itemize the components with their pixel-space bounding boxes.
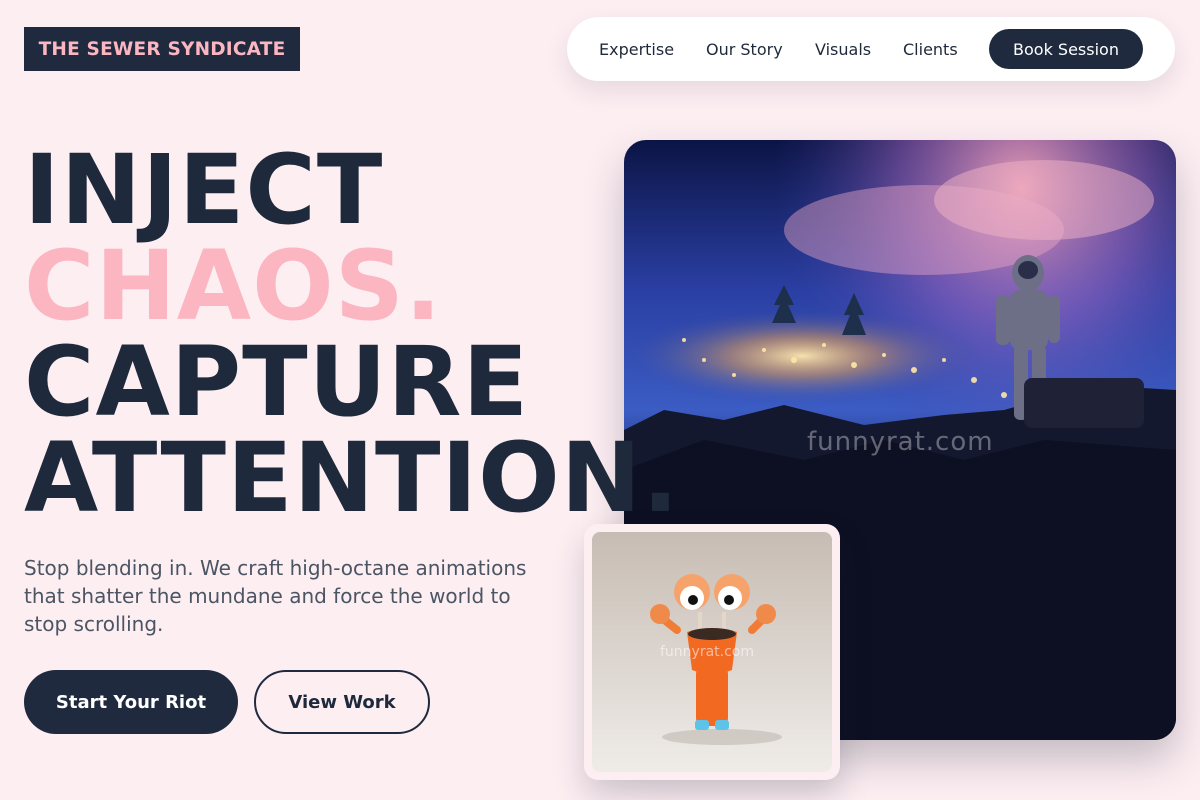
start-your-riot-button[interactable]: Start Your Riot [24, 670, 238, 734]
headline-line-4: ATTENTION. [24, 422, 680, 534]
headline-line-2: CHAOS. [24, 230, 443, 342]
nav-link-clients[interactable]: Clients [903, 17, 958, 81]
nav-link-expertise[interactable]: Expertise [599, 17, 674, 81]
card-watermark: funnyrat.com [660, 644, 755, 660]
headline-line-1: INJECT [24, 134, 384, 246]
book-session-button[interactable]: Book Session [989, 29, 1143, 69]
view-work-button[interactable]: View Work [254, 670, 430, 734]
image-watermark: funnyrat.com [807, 427, 994, 457]
nav-link-visuals[interactable]: Visuals [815, 17, 871, 81]
landing-page: THE SEWER SYNDICATE Expertise Our Story … [0, 0, 1200, 800]
hero-headline: INJECT CHAOS. CAPTURE ATTENTION. [24, 142, 680, 526]
brand-logo[interactable]: THE SEWER SYNDICATE [24, 27, 300, 71]
brand-name: THE SEWER SYNDICATE [38, 38, 286, 60]
nav-link-our-story[interactable]: Our Story [706, 17, 783, 81]
top-navigation: Expertise Our Story Visuals Clients Book… [567, 17, 1175, 81]
hero-subtext: Stop blending in. We craft high-octane a… [24, 556, 527, 636]
character-card: funnyrat.com [584, 524, 840, 780]
character-image: funnyrat.com [592, 532, 832, 772]
headline-line-3: CAPTURE [24, 326, 530, 438]
